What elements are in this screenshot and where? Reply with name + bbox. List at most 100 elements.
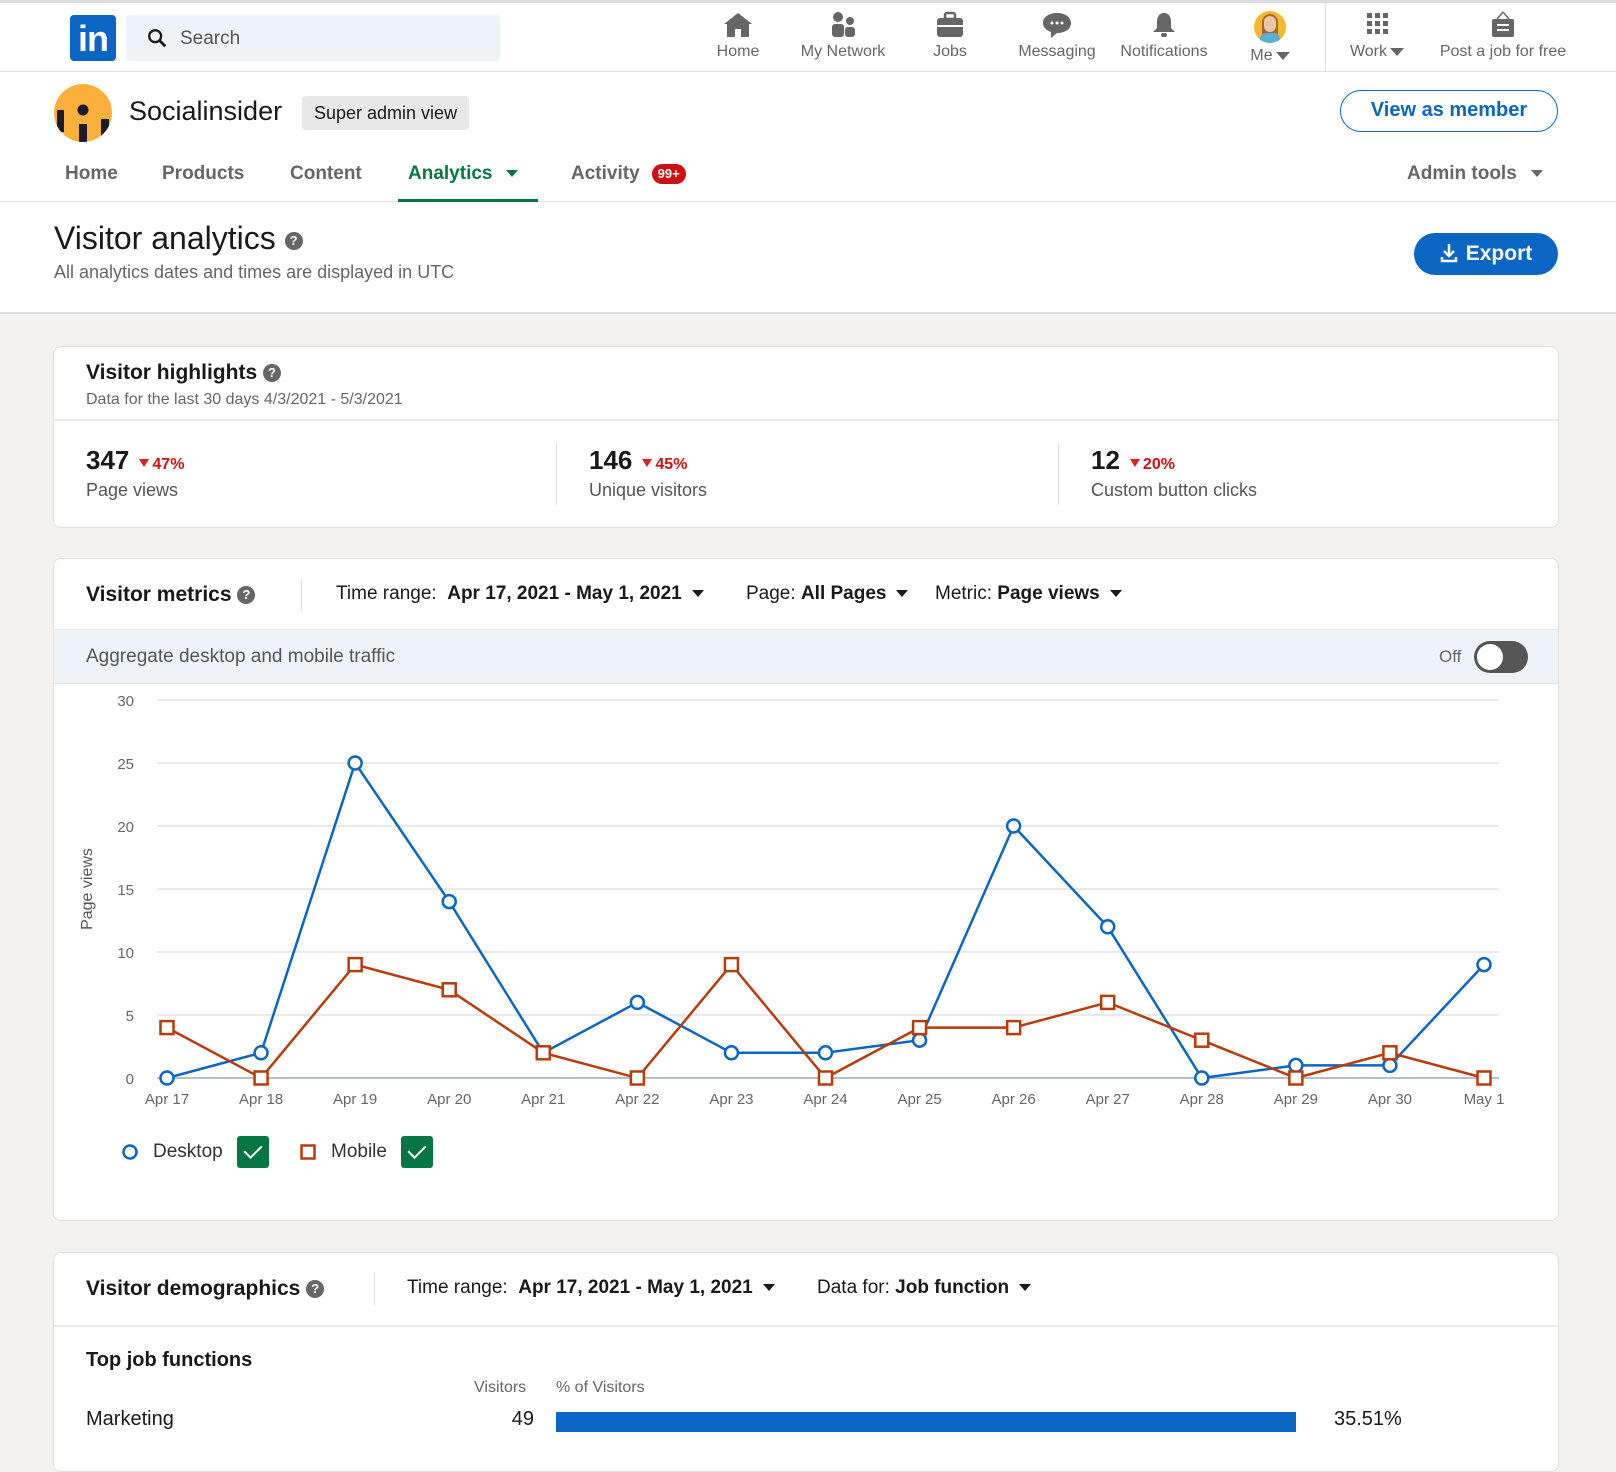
row-visitors: 49 xyxy=(511,1408,534,1430)
stat-unique-visitors: 146 45% Unique visitors xyxy=(589,445,707,545)
nav-post-job[interactable]: Post a job for free xyxy=(1428,11,1578,71)
tab-analytics[interactable]: Analytics xyxy=(398,154,538,202)
x-tick-label: May 1 xyxy=(1464,1091,1505,1108)
chevron-down-icon xyxy=(896,590,909,598)
stat-label: Unique visitors xyxy=(589,480,708,500)
desktop-data-point xyxy=(1099,919,1116,935)
x-tick-label: Apr 19 xyxy=(333,1091,377,1108)
demographics-header: Visitor demographics ? Time range: Apr 1… xyxy=(54,1253,1558,1327)
stat-delta-text: 20% xyxy=(1142,456,1175,473)
demographics-time-range-dropdown[interactable]: Time range: Apr 17, 2021 - May 1, 2021 xyxy=(407,1277,775,1299)
nav-home-label: Home xyxy=(716,43,760,60)
help-icon[interactable]: ? xyxy=(237,586,256,605)
metric-dropdown[interactable]: Metric: Page views xyxy=(935,583,1122,605)
chevron-down-icon xyxy=(506,170,519,178)
linkedin-logo[interactable]: in xyxy=(70,15,116,61)
page-dropdown[interactable]: Page: All Pages xyxy=(746,583,909,605)
desktop-data-point xyxy=(441,893,457,910)
chevron-down-icon xyxy=(762,1284,775,1292)
mobile-series-line xyxy=(166,962,1485,1080)
data-for-dropdown[interactable]: Data for: Job function xyxy=(817,1277,1032,1299)
desktop-data-point xyxy=(159,1070,175,1086)
export-label: Export xyxy=(1465,242,1533,265)
x-tick-label: Apr 18 xyxy=(239,1091,283,1108)
grid-icon xyxy=(1367,13,1388,34)
view-as-member-button[interactable]: View as member xyxy=(1340,90,1558,132)
mobile-checkbox[interactable] xyxy=(400,1136,433,1168)
mobile-data-point xyxy=(347,956,363,973)
global-nav: in Search Home My Network Jobs Messaging… xyxy=(0,0,1616,73)
network-icon xyxy=(832,12,855,37)
x-tick-label: Apr 27 xyxy=(1086,1091,1130,1108)
mobile-data-point xyxy=(1099,994,1116,1011)
nav-me-label: Me xyxy=(1250,47,1273,64)
highlights-range: Data for the last 30 days 4/3/2021 - 5/3… xyxy=(86,391,403,408)
tab-home[interactable]: Home xyxy=(65,154,118,202)
search-icon xyxy=(148,29,167,48)
tab-label: Products xyxy=(162,163,245,184)
mobile-data-point xyxy=(159,1019,175,1036)
filter-value: Apr 17, 2021 - May 1, 2021 xyxy=(518,1277,753,1298)
tab-content[interactable]: Content xyxy=(290,154,362,202)
metrics-title: Visitor metrics ? xyxy=(86,583,256,607)
filter-value: Job function xyxy=(895,1277,1010,1298)
filter-value: Apr 17, 2021 - May 1, 2021 xyxy=(447,583,682,604)
filter-label: Metric: xyxy=(935,583,992,604)
page-subtitle: All analytics dates and times are displa… xyxy=(54,262,455,282)
arrow-down-icon xyxy=(139,459,150,467)
time-range-dropdown[interactable]: Time range: Apr 17, 2021 - May 1, 2021 xyxy=(336,583,704,605)
help-icon[interactable]: ? xyxy=(262,364,281,383)
search-input[interactable]: Search xyxy=(126,15,500,61)
messaging-icon xyxy=(1043,13,1071,38)
tab-admin-tools[interactable]: Admin tools xyxy=(1407,154,1543,202)
desktop-data-point xyxy=(1288,1057,1304,1074)
nav-work[interactable]: Work xyxy=(1342,11,1412,71)
nav-network-label: My Network xyxy=(800,43,886,60)
tab-activity[interactable]: Activity 99+ xyxy=(571,154,686,202)
nav-messaging[interactable]: Messaging xyxy=(1012,11,1102,71)
home-icon xyxy=(724,13,752,37)
legend-label: Desktop xyxy=(153,1141,223,1163)
mobile-data-point xyxy=(1476,1070,1492,1086)
filter-value: Page views xyxy=(997,583,1100,604)
desktop-data-point xyxy=(911,1032,928,1048)
chevron-down-icon xyxy=(691,590,704,598)
aggregate-toggle[interactable] xyxy=(1474,641,1528,673)
notification-count-badge: 99+ xyxy=(651,163,686,184)
export-button[interactable]: Export xyxy=(1414,233,1558,275)
stat-delta-text: 47% xyxy=(152,456,185,473)
help-icon[interactable]: ? xyxy=(284,231,303,250)
filter-value: All Pages xyxy=(800,583,887,604)
desktop-checkbox[interactable] xyxy=(236,1136,269,1168)
arrow-down-icon xyxy=(642,459,653,467)
nav-notifications[interactable]: Notifications xyxy=(1112,11,1216,71)
x-tick-label: Apr 30 xyxy=(1368,1091,1412,1108)
nav-home[interactable]: Home xyxy=(706,11,770,71)
nav-me[interactable]: Me xyxy=(1240,11,1300,71)
search-placeholder: Search xyxy=(180,28,241,49)
tab-products[interactable]: Products xyxy=(162,154,244,202)
visitor-highlights-card: Visitor highlights ? Data for the last 3… xyxy=(53,346,1559,528)
avatar xyxy=(1254,11,1286,43)
mobile-data-point xyxy=(1288,1070,1304,1086)
x-tick-label: Apr 26 xyxy=(992,1091,1036,1108)
tab-label: Home xyxy=(65,163,118,184)
stat-delta-text: 45% xyxy=(655,456,688,473)
filter-label: Page: xyxy=(746,583,796,604)
visitor-metrics-card: Visitor metrics ? Time range: Apr 17, 20… xyxy=(53,558,1559,1221)
post-job-icon xyxy=(1492,11,1514,37)
filter-label: Time range: xyxy=(407,1277,508,1298)
help-icon[interactable]: ? xyxy=(306,1280,325,1299)
admin-view-badge: Super admin view xyxy=(302,96,470,130)
y-tick-label: 20 xyxy=(117,819,134,836)
nav-jobs-label: Jobs xyxy=(933,43,967,60)
desktop-data-point xyxy=(253,1045,269,1061)
highlights-title: Visitor highlights ? xyxy=(86,361,281,385)
nav-jobs[interactable]: Jobs xyxy=(920,11,980,71)
tab-label: Activity xyxy=(571,163,640,184)
page-title-text: Visitor analytics xyxy=(54,220,276,256)
x-tick-label: Apr 28 xyxy=(1180,1091,1224,1108)
stat-delta: 47% xyxy=(139,456,184,473)
divider xyxy=(301,579,302,611)
nav-my-network[interactable]: My Network xyxy=(787,11,899,71)
